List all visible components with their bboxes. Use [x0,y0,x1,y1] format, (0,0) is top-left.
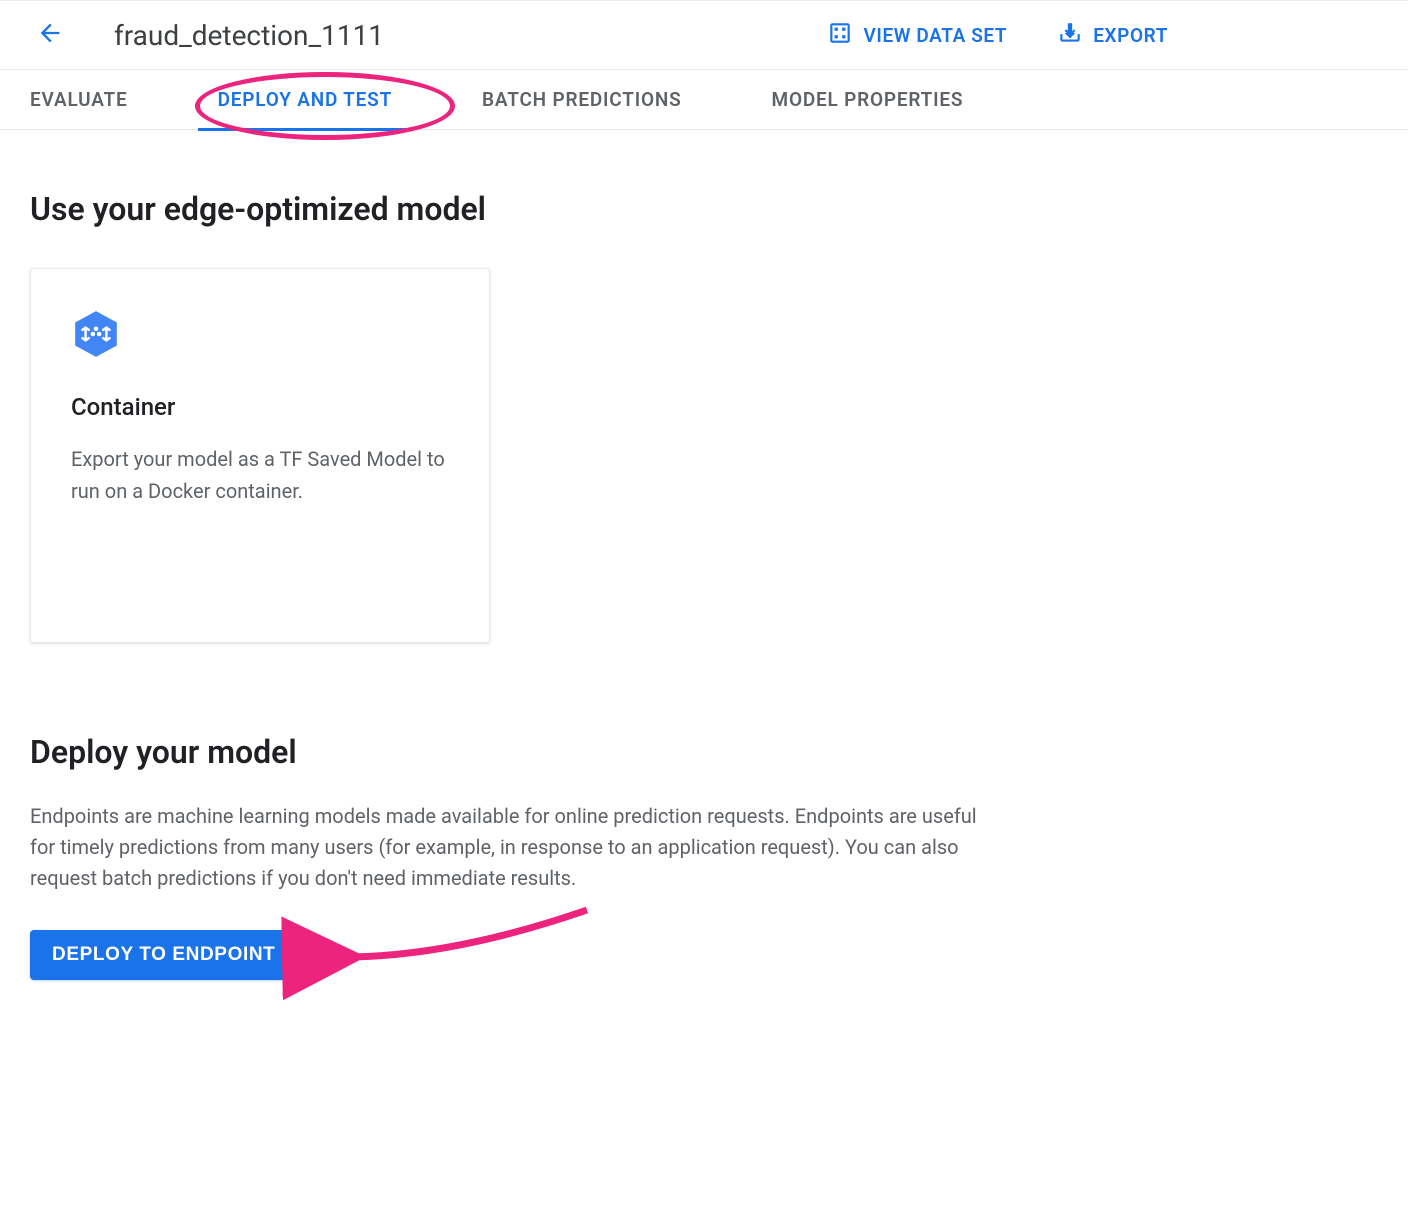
arrow-left-icon [36,19,64,51]
container-icon [71,309,449,363]
tabs-bar: EVALUATE DEPLOY AND TEST BATCH PREDICTIO… [0,70,1408,130]
deploy-description: Endpoints are machine learning models ma… [30,801,980,894]
export-button[interactable]: EXPORT [1057,20,1168,51]
back-button[interactable] [30,15,70,55]
view-data-set-label: VIEW DATA SET [863,24,1007,47]
page-title: fraud_detection_1111 [114,19,384,52]
dataset-icon [827,20,853,51]
container-card-description: Export your model as a TF Saved Model to… [71,443,449,507]
view-data-set-button[interactable]: VIEW DATA SET [827,20,1007,51]
export-label: EXPORT [1093,24,1168,47]
page-header: fraud_detection_1111 VIEW DATA SET EXPOR… [0,0,1408,70]
container-card-title: Container [71,393,449,421]
deploy-heading: Deploy your model [30,733,1378,771]
tab-batch-predictions[interactable]: BATCH PREDICTIONS [482,70,681,130]
main-content: Use your edge-optimized model Container [0,130,1408,1040]
header-actions: VIEW DATA SET EXPORT [827,20,1168,51]
deploy-to-endpoint-button[interactable]: DEPLOY TO ENDPOINT [30,930,297,980]
download-icon [1057,20,1083,51]
use-edge-heading: Use your edge-optimized model [30,190,1378,228]
annotation-arrow [337,905,597,975]
tab-deploy-and-test[interactable]: DEPLOY AND TEST [218,70,392,130]
container-card[interactable]: Container Export your model as a TF Save… [30,268,490,643]
tab-evaluate[interactable]: EVALUATE [30,70,128,130]
tab-model-properties[interactable]: MODEL PROPERTIES [772,70,964,130]
